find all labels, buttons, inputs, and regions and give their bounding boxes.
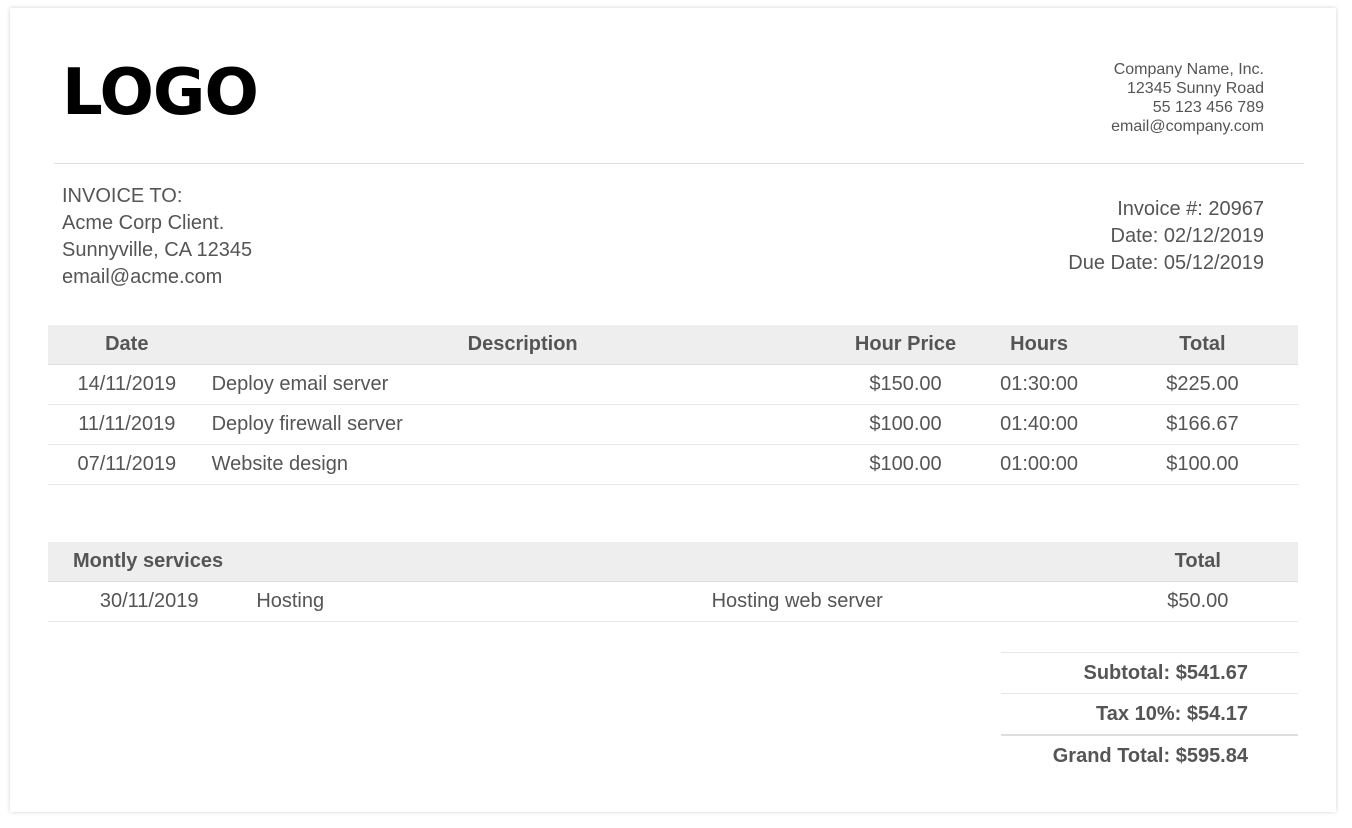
invoice-due-date: Due Date: 05/12/2019: [1068, 252, 1264, 274]
row-description: Deploy email server: [205, 364, 840, 405]
table-row: 11/11/2019 Deploy firewall server $100.0…: [48, 404, 1298, 445]
monthly-row-total: $50.00: [1097, 581, 1298, 622]
company-phone: 55 123 456 789: [1152, 99, 1264, 116]
items-table: Date Description Hour Price Hours Total …: [48, 325, 1298, 485]
table-row: 14/11/2019 Deploy email server $150.00 0…: [48, 364, 1298, 405]
col-header-description: Description: [205, 325, 840, 365]
monthly-row-date: 30/11/2019: [48, 581, 251, 622]
row-hours: 01:40:00: [971, 404, 1107, 445]
row-description: Website design: [205, 444, 840, 485]
row-total: $166.67: [1106, 404, 1298, 445]
subtotal: Subtotal: $541.67: [1001, 652, 1298, 693]
company-email: email@company.com: [1111, 118, 1264, 135]
invoice-to-block: INVOICE TO: Acme Corp Client. Sunnyville…: [62, 183, 252, 291]
row-hours: 01:30:00: [971, 364, 1107, 405]
invoice-to-label: INVOICE TO:: [62, 185, 183, 207]
monthly-row-description: Hosting web server: [496, 581, 1098, 622]
company-address: 12345 Sunny Road: [1127, 80, 1264, 97]
row-date: 07/11/2019: [48, 444, 206, 485]
col-header-hour-price: Hour Price: [839, 325, 972, 365]
invoice-date: Date: 02/12/2019: [1110, 225, 1264, 247]
totals-summary: Subtotal: $541.67 Tax 10%: $54.17 Grand …: [1001, 652, 1298, 776]
row-hour-price: $150.00: [839, 364, 972, 405]
monthly-header-row: Montly services Total: [48, 542, 1298, 582]
client-city: Sunnyville, CA 12345: [62, 239, 253, 261]
grand-total: Grand Total: $595.84: [1001, 734, 1298, 776]
table-row: 07/11/2019 Website design $100.00 01:00:…: [48, 444, 1298, 485]
invoice-number: Invoice #: 20967: [1117, 198, 1264, 220]
col-header-total: Total: [1106, 325, 1298, 365]
company-name: Company Name, Inc.: [1113, 61, 1264, 78]
company-info: Company Name, Inc. 12345 Sunny Road 55 1…: [1111, 60, 1264, 136]
col-header-hours: Hours: [971, 325, 1107, 365]
tax-amount: Tax 10%: $54.17: [1001, 693, 1298, 734]
col-header-date: Date: [48, 325, 206, 365]
items-header-row: Date Description Hour Price Hours Total: [48, 325, 1298, 365]
row-hours: 01:00:00: [971, 444, 1107, 485]
row-date: 14/11/2019: [48, 364, 206, 405]
monthly-services-heading: Montly services: [48, 542, 1098, 582]
row-date: 11/11/2019: [48, 404, 206, 445]
monthly-col-header-total: Total: [1097, 542, 1298, 582]
header-divider: [54, 163, 1304, 164]
client-email: email@acme.com: [62, 266, 223, 288]
table-row: 30/11/2019 Hosting Hosting web server $5…: [48, 581, 1298, 622]
monthly-services-table: Montly services Total 30/11/2019 Hosting…: [48, 542, 1298, 622]
row-description: Deploy firewall server: [205, 404, 840, 445]
row-hour-price: $100.00: [839, 404, 972, 445]
row-hour-price: $100.00: [839, 444, 972, 485]
row-total: $100.00: [1106, 444, 1298, 485]
monthly-row-name: Hosting: [250, 581, 497, 622]
client-name: Acme Corp Client.: [62, 212, 225, 234]
invoice-page: LOGO Company Name, Inc. 12345 Sunny Road…: [10, 8, 1336, 812]
row-total: $225.00: [1106, 364, 1298, 405]
company-logo: LOGO: [62, 56, 259, 130]
invoice-meta: Invoice #: 20967 Date: 02/12/2019 Due Da…: [1068, 196, 1264, 277]
